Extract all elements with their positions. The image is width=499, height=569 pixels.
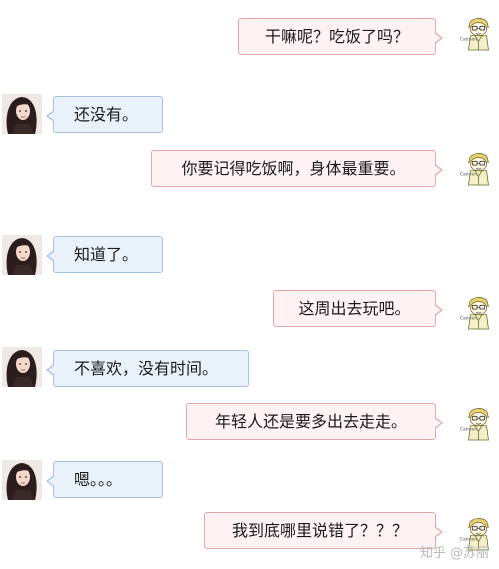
- message-text: 我到底哪里说错了？？？: [231, 521, 408, 540]
- sent-message-bubble: 这周出去玩吧。: [273, 290, 443, 327]
- message-text: 这周出去玩吧。: [298, 299, 411, 318]
- sent-message-bubble: 干嘛呢？吃饭了吗？: [238, 18, 443, 55]
- received-message-bubble: 知道了。: [46, 236, 163, 273]
- sent-message-bubble: 你要记得吃饭啊，身体最重要。: [151, 150, 443, 187]
- sent-message-bubble: 年轻人还是要多出去走走。: [186, 403, 443, 440]
- message-text: 你要记得吃饭啊，身体最重要。: [181, 159, 406, 178]
- cartoon-boy-avatar-icon[interactable]: [459, 282, 497, 340]
- message-text: 还没有。: [74, 105, 139, 124]
- received-message-bubble: 嗯。。。: [46, 461, 163, 498]
- message-text: 嗯。。。: [74, 470, 123, 489]
- message-text: 年轻人还是要多出去走走。: [214, 412, 407, 431]
- message-row: 干嘛呢？吃饭了吗？: [0, 18, 499, 55]
- cartoon-boy-avatar-icon[interactable]: [459, 393, 497, 451]
- message-row: 这周出去玩吧。: [0, 290, 499, 327]
- message-text: 不喜欢，没有时间。: [74, 359, 219, 378]
- watermark: 知乎 @苏丽: [419, 546, 489, 561]
- message-text: 干嘛呢？吃饭了吗？: [264, 27, 409, 46]
- message-row: 知道了。: [0, 236, 499, 273]
- message-row: 嗯。。。: [0, 461, 499, 498]
- message-row: 不喜欢，没有时间。: [0, 350, 499, 387]
- message-row: 年轻人还是要多出去走走。: [0, 403, 499, 440]
- message-text: 知道了。: [74, 245, 139, 264]
- cartoon-boy-avatar-icon[interactable]: [459, 3, 497, 61]
- received-message-bubble: 不喜欢，没有时间。: [46, 350, 249, 387]
- sent-message-bubble: 我到底哪里说错了？？？: [204, 512, 443, 549]
- message-row: 还没有。: [0, 96, 499, 133]
- cartoon-boy-avatar-icon[interactable]: [459, 138, 497, 196]
- received-message-bubble: 还没有。: [46, 96, 163, 133]
- message-row: 你要记得吃饭啊，身体最重要。: [0, 150, 499, 187]
